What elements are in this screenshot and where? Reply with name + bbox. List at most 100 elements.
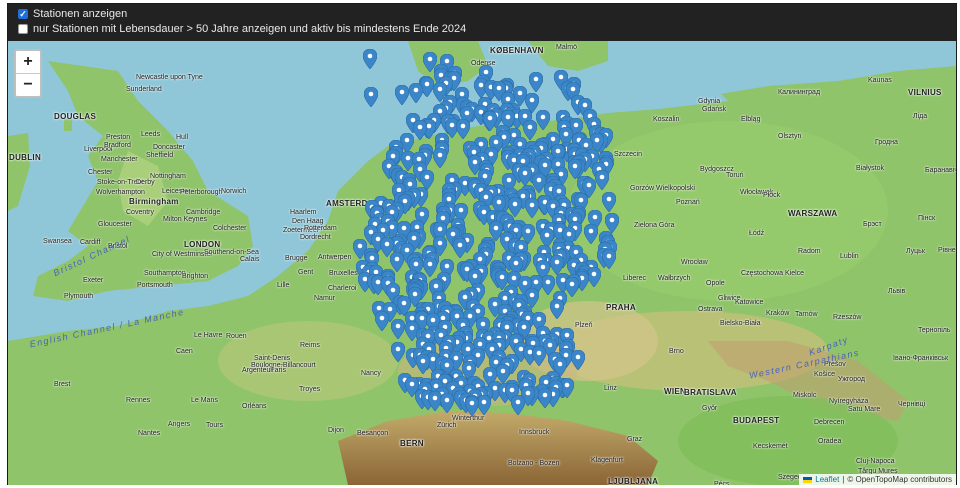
place-label-uzhhorod: Ужгород: [838, 376, 865, 383]
place-label-besancon: Besançon: [357, 430, 389, 437]
place-label-antwerpen: Antwerpen: [318, 254, 352, 261]
place-label-opole: Opole: [706, 280, 725, 287]
map-attribution: Leaflet | © OpenTopoMap contributors: [799, 474, 956, 485]
station-marker[interactable]: [390, 319, 405, 340]
control-panel: Stationen anzeigen nur Stationen mit Leb…: [8, 4, 956, 41]
station-marker[interactable]: [604, 212, 619, 233]
place-label-kosice: Košice: [814, 371, 836, 378]
place-label-gloucester: Gloucester: [98, 221, 132, 228]
station-marker[interactable]: [363, 49, 377, 69]
station-marker[interactable]: [538, 388, 553, 409]
place-label-grodno: Гродна: [875, 139, 898, 146]
place-label-gorzow: Gorzów Wielkopolski: [630, 185, 695, 192]
place-label-namur: Namur: [314, 295, 336, 302]
place-label-douglas: DOUGLAS: [54, 112, 97, 121]
station-marker[interactable]: [570, 350, 585, 371]
place-label-rivne: Рівне: [938, 247, 956, 254]
place-label-pinsk: Пінск: [918, 215, 936, 222]
station-marker[interactable]: [456, 118, 471, 139]
station-marker[interactable]: [453, 237, 468, 258]
station-marker[interactable]: [415, 353, 430, 374]
leaflet-link[interactable]: Leaflet: [815, 475, 839, 484]
station-marker[interactable]: [412, 120, 427, 141]
place-label-vilnius: VILNIUS: [908, 88, 942, 97]
station-marker[interactable]: [440, 393, 455, 414]
station-marker[interactable]: [364, 87, 378, 107]
place-label-kielce: Kielce: [785, 270, 805, 277]
zoom-control: + −: [14, 49, 42, 98]
place-label-nantes: Nantes: [138, 430, 161, 437]
station-marker[interactable]: [374, 311, 389, 332]
place-label-cluj: Cluj-Napoca: [856, 458, 895, 465]
place-label-doncaster: Doncaster: [153, 144, 185, 151]
place-label-charleroi: Charleroi: [328, 285, 357, 292]
app-frame: Stationen anzeigen nur Stationen mit Leb…: [7, 3, 957, 485]
place-label-bruxelles: Bruxelles: [329, 270, 358, 277]
long-lived-filter-toggle[interactable]: nur Stationen mit Lebensdauer > 50 Jahre…: [18, 23, 466, 35]
place-label-brighton: Brighton: [182, 273, 209, 280]
place-label-ivano: Івано-Франківськ: [893, 355, 949, 362]
place-label-newcastle: Newcastle upon Tyne: [136, 74, 203, 81]
place-label-southend: Southend-on-Sea: [204, 249, 259, 256]
place-label-oradea: Oradea: [818, 438, 842, 445]
place-label-wien: WIEN: [664, 387, 687, 396]
station-marker[interactable]: [432, 147, 447, 168]
place-label-rennes: Rennes: [126, 397, 151, 404]
long-lived-filter-checkbox[interactable]: [18, 24, 28, 34]
place-label-dordrecht: Dordrecht: [300, 234, 331, 241]
zoom-in-button[interactable]: +: [16, 51, 40, 73]
place-label-brest: Brest: [54, 381, 71, 388]
place-label-brest-by: Брэст: [863, 221, 882, 228]
show-stations-label: Stationen anzeigen: [33, 8, 128, 20]
map-viewport[interactable]: KØBENHAVN Malmö Odense Kaunas VILNIUS Калинин…: [8, 41, 956, 485]
place-label-elblag: Elbląg: [741, 116, 761, 123]
station-marker[interactable]: [583, 223, 598, 244]
station-marker[interactable]: [531, 345, 546, 366]
place-label-lviv: Львів: [888, 288, 906, 295]
show-stations-checkbox[interactable]: [18, 9, 28, 19]
place-label-bialystok: Białystok: [856, 165, 885, 172]
place-label-wolverhampton: Wolverhampton: [96, 189, 145, 196]
place-label-miskolc: Miskolc: [793, 392, 817, 399]
station-marker[interactable]: [602, 191, 617, 212]
station-marker[interactable]: [602, 248, 617, 269]
place-label-zielona: Zielona Góra: [634, 222, 675, 229]
place-label-graz: Graz: [627, 436, 643, 443]
show-stations-toggle[interactable]: Stationen anzeigen: [18, 8, 127, 20]
place-label-olsztyn: Olsztyn: [778, 133, 802, 140]
place-label-torun: Toruń: [726, 172, 744, 179]
place-label-debrecen: Debrecen: [814, 419, 845, 426]
place-label-birmingham: Birmingham: [129, 197, 179, 206]
place-label-argenteuil: Argenteuil: [242, 367, 274, 374]
station-marker[interactable]: [595, 169, 610, 190]
place-label-chernivtsi: Чернівці: [898, 401, 926, 408]
place-label-brugge: Brugge: [285, 255, 308, 262]
station-marker[interactable]: [390, 342, 405, 363]
place-label-bolzano: Bolzano - Bozen: [508, 460, 560, 467]
place-label-walbrzych: Wałbrzych: [658, 275, 691, 282]
station-marker[interactable]: [536, 109, 551, 130]
place-label-cambridge: Cambridge: [186, 209, 221, 216]
place-label-poznan: Poznań: [676, 199, 700, 206]
station-marker[interactable]: [409, 83, 423, 103]
station-marker[interactable]: [549, 298, 564, 319]
place-label-klagenfurt: Klagenfurt: [591, 457, 623, 464]
place-label-kecskemet: Kecskemét: [753, 443, 788, 450]
place-label-wroclaw: Wrocław: [681, 259, 708, 266]
station-marker[interactable]: [517, 165, 532, 186]
place-label-brno: Brno: [669, 348, 684, 355]
station-marker[interactable]: [465, 396, 480, 417]
station-marker[interactable]: [524, 197, 539, 218]
station-marker[interactable]: [510, 394, 525, 415]
place-label-dijon: Dijon: [328, 427, 344, 434]
place-label-peterborough: Peterborough: [180, 189, 223, 196]
place-label-radom: Radom: [798, 248, 821, 255]
place-label-exeter: Exeter: [83, 277, 104, 284]
place-label-katowice: Katowice: [735, 299, 764, 306]
place-label-norwich: Norwich: [221, 188, 247, 195]
zoom-out-button[interactable]: −: [16, 73, 40, 96]
station-marker[interactable]: [528, 72, 543, 93]
station-marker[interactable]: [395, 85, 409, 105]
place-label-plymouth: Plymouth: [64, 293, 94, 300]
place-label-colchester: Colchester: [213, 225, 247, 232]
